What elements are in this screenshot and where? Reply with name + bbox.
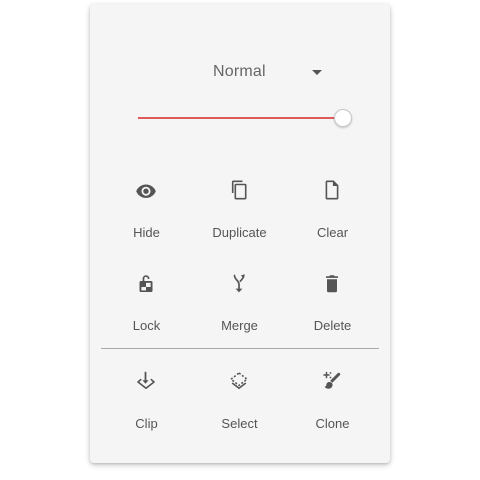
- lock-button[interactable]: Lock: [100, 271, 193, 359]
- select-button[interactable]: Select: [193, 369, 286, 457]
- tool-row-2: Lock Merge Delete: [100, 271, 380, 359]
- duplicate-label: Duplicate: [212, 225, 267, 240]
- hide-label: Hide: [133, 225, 160, 240]
- eye-icon: [134, 178, 158, 202]
- layer-options-panel: Normal Hide Duplicate Clear Lock Merge D…: [90, 4, 390, 463]
- opacity-slider-thumb[interactable]: [334, 109, 352, 127]
- blend-mode-value: Normal: [213, 63, 266, 80]
- divider: [101, 348, 379, 349]
- trash-icon: [320, 271, 344, 295]
- opacity-slider[interactable]: [138, 108, 352, 128]
- merge-arrows-icon: [227, 271, 251, 295]
- select-layer-icon: [227, 369, 251, 393]
- clear-button[interactable]: Clear: [286, 178, 379, 266]
- duplicate-button[interactable]: Duplicate: [193, 178, 286, 266]
- blend-mode-select[interactable]: Normal: [198, 58, 328, 88]
- clip-label: Clip: [135, 416, 158, 431]
- clone-label: Clone: [315, 416, 350, 431]
- lock-label: Lock: [132, 318, 161, 333]
- hide-button[interactable]: Hide: [100, 178, 193, 266]
- caret-down-icon: [312, 70, 322, 75]
- merge-label: Merge: [221, 318, 258, 333]
- clip-button[interactable]: Clip: [100, 369, 193, 457]
- opacity-slider-track: [138, 117, 334, 119]
- delete-button[interactable]: Delete: [286, 271, 379, 359]
- clear-label: Clear: [316, 225, 349, 240]
- delete-label: Delete: [313, 318, 352, 333]
- clip-layer-icon: [134, 369, 158, 393]
- tool-row-3: Clip Select Clone: [100, 369, 380, 457]
- clone-button[interactable]: Clone: [286, 369, 379, 457]
- merge-button[interactable]: Merge: [193, 271, 286, 359]
- clone-stamp-icon: [320, 369, 344, 393]
- copy-icon: [227, 178, 251, 202]
- blank-page-icon: [320, 178, 344, 202]
- padlock-icon: [134, 271, 158, 295]
- tool-row-1: Hide Duplicate Clear: [100, 178, 380, 266]
- select-label: Select: [221, 416, 258, 431]
